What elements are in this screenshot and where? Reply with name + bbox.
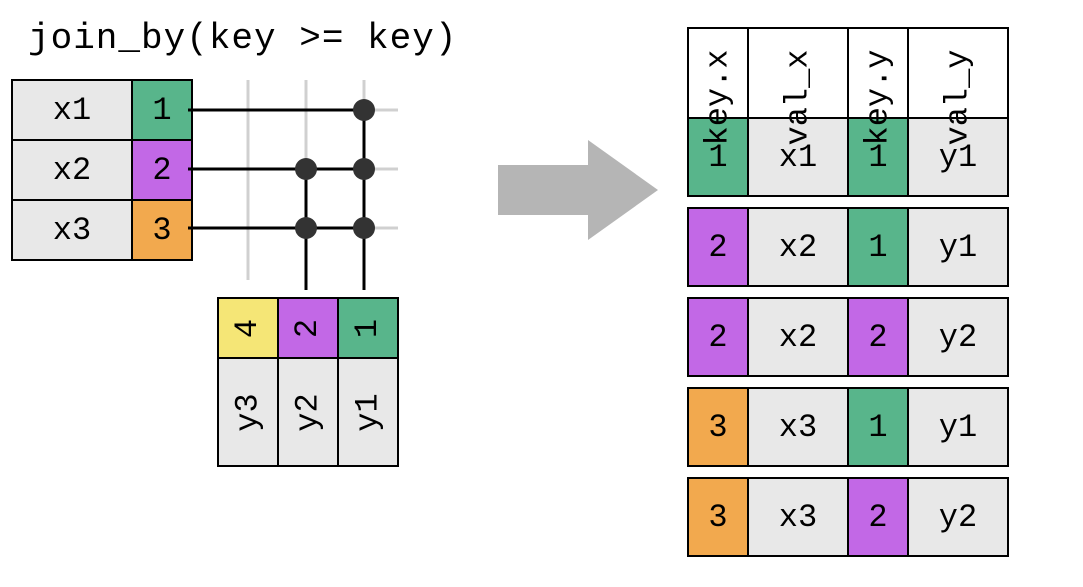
result-valy: y2 (907, 477, 1009, 557)
result-keyy: 2 (847, 477, 909, 557)
y-table: 4 2 1 y3 y2 y1 (218, 298, 398, 418)
y-key-cell: 1 (337, 297, 399, 359)
x-val-cell: x3 (11, 199, 133, 261)
x-val-cell: x2 (11, 139, 133, 201)
x-val-cell: x1 (11, 79, 133, 141)
result-keyx: 2 (687, 297, 749, 377)
x-table: x1 1 x2 2 x3 3 (12, 80, 192, 260)
result-valx: x3 (747, 387, 849, 467)
result-table: key.x val_x key.y val_y 1 x1 1 y1 2 x2 1… (688, 28, 1008, 568)
x-key-cell: 3 (131, 199, 193, 261)
join-connections (188, 80, 398, 300)
arrow-icon (498, 130, 658, 250)
x-key-cell: 2 (131, 139, 193, 201)
result-valx: x2 (747, 207, 849, 287)
result-valy: y2 (907, 297, 1009, 377)
diagram-title: join_by(key >= key) (28, 18, 457, 59)
result-keyx: 3 (687, 477, 749, 557)
result-valy: y1 (907, 387, 1009, 467)
y-val-cell: y1 (337, 357, 399, 467)
result-keyx: 3 (687, 387, 749, 467)
y-val-cell: y3 (217, 357, 279, 467)
x-key-cell: 1 (131, 79, 193, 141)
result-keyy: 2 (847, 297, 909, 377)
result-keyx: 2 (687, 207, 749, 287)
result-valx: x3 (747, 477, 849, 557)
result-valy: y1 (907, 207, 1009, 287)
y-key-cell: 2 (277, 297, 339, 359)
y-val-cell: y2 (277, 357, 339, 467)
y-key-cell: 4 (217, 297, 279, 359)
result-keyy: 1 (847, 387, 909, 467)
result-valx: x2 (747, 297, 849, 377)
result-keyy: 1 (847, 207, 909, 287)
